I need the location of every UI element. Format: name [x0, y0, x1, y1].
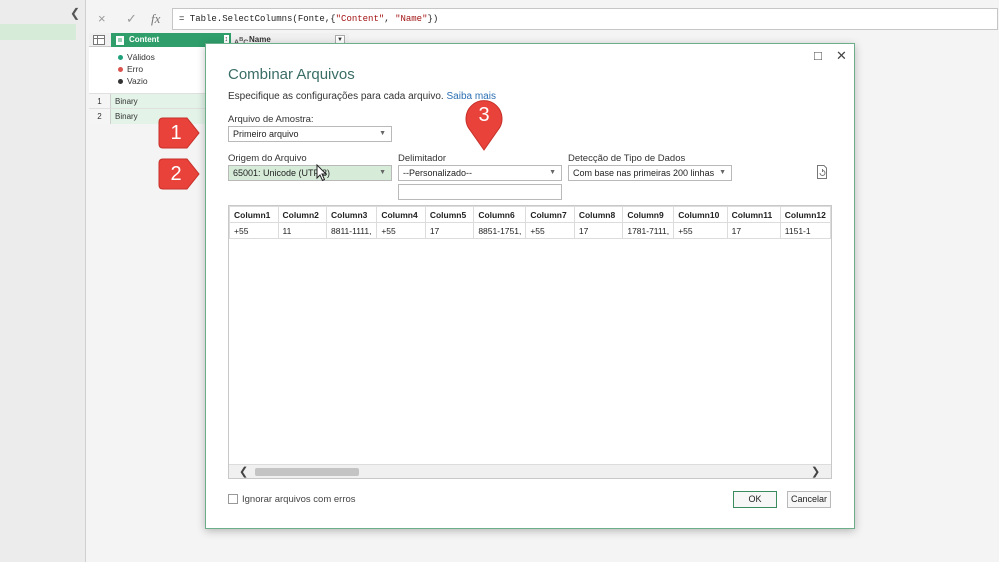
chevron-down-icon: ▼: [379, 169, 386, 176]
preview-cell: 8811-1111,: [325, 222, 378, 239]
preview-cell: +55: [229, 222, 279, 239]
preview-col-header: Column3: [325, 206, 378, 223]
step-marker-3: 3: [462, 96, 506, 152]
chevron-left-icon[interactable]: ❮: [70, 6, 80, 20]
chevron-down-icon: ▼: [379, 130, 386, 137]
preview-col-header: Column2: [277, 206, 327, 223]
preview-cell: +55: [376, 222, 426, 239]
preview-col-header: Column12: [779, 206, 831, 223]
maximize-icon[interactable]: □: [814, 48, 822, 63]
quality-label: Vazio: [127, 76, 148, 86]
preview-cell: 17: [424, 222, 475, 239]
formula-bar: × ✓ fx = Table.SelectColumns(Fonte,{"Con…: [88, 8, 998, 30]
error-dot-icon: [118, 67, 123, 72]
preview-cell: +55: [525, 222, 575, 239]
file-origin-select[interactable]: 65001: Unicode (UTF-8) ▼: [228, 165, 392, 181]
chevron-down-icon: ▼: [719, 169, 726, 176]
preview-cell: 17: [573, 222, 624, 239]
refresh-preview-icon[interactable]: [816, 165, 828, 182]
preview-col-header: Column6: [473, 206, 527, 223]
queries-pane: ❮: [0, 0, 86, 562]
preview-cell: 1781-7111,: [622, 222, 675, 239]
table-menu-icon[interactable]: [93, 35, 107, 45]
marker-label: 1: [170, 122, 182, 144]
binary-column-icon: [116, 36, 124, 45]
preview-table: Column1 Column2 Column3 Column4 Column5 …: [229, 206, 831, 239]
preview-col-header: Column4: [376, 206, 426, 223]
scrollbar-thumb[interactable]: [255, 468, 359, 476]
empty-dot-icon: [118, 79, 123, 84]
preview-cell: 17: [726, 222, 781, 239]
preview-col-header: Column1: [229, 206, 279, 223]
preview-col-header: Column5: [424, 206, 475, 223]
formula-input[interactable]: = Table.SelectColumns(Fonte,{"Content", …: [172, 8, 998, 30]
preview-col-header: Column10: [673, 206, 728, 223]
selected-query[interactable]: [0, 24, 76, 40]
ignore-errors-checkbox[interactable]: [228, 494, 238, 504]
valid-dot-icon: [118, 55, 123, 60]
quality-label: Válidos: [127, 52, 155, 62]
preview-cell: 8851-1751,: [473, 222, 527, 239]
type-detection-label: Detecção de Tipo de Dados: [568, 153, 686, 164]
formula-string-name: "Name": [395, 14, 428, 24]
preview-header-row: Column1 Column2 Column3 Column4 Column5 …: [229, 206, 831, 223]
cancel-button[interactable]: Cancelar: [787, 491, 831, 508]
custom-delimiter-input[interactable]: [398, 184, 562, 200]
marker-label: 3: [478, 104, 490, 126]
scroll-right-icon[interactable]: ❯: [811, 465, 820, 478]
confirm-formula-icon[interactable]: ✓: [126, 11, 137, 27]
ignore-errors-label: Ignorar arquivos com erros: [242, 494, 356, 505]
formula-string-content: "Content": [335, 14, 385, 24]
dialog-description: Especifique as configurações para cada a…: [228, 91, 496, 102]
description-text: Especifique as configurações para cada a…: [228, 91, 444, 102]
type-detection-value: Com base nas primeiras 200 linhas: [573, 168, 715, 178]
delimiter-select[interactable]: --Personalizado-- ▼: [398, 165, 562, 181]
delimiter-label: Delimitador: [398, 153, 447, 164]
step-marker-2: 2: [157, 157, 201, 191]
type-detection-select[interactable]: Com base nas primeiras 200 linhas ▼: [568, 165, 732, 181]
file-origin-label: Origem do Arquivo: [228, 153, 307, 164]
delimiter-value: --Personalizado--: [403, 168, 473, 178]
preview-cell: 1151-1: [779, 222, 831, 239]
cancel-formula-icon[interactable]: ×: [98, 11, 106, 26]
preview-col-header: Column11: [726, 206, 781, 223]
preview-col-header: Column9: [622, 206, 675, 223]
column-label-content: Content: [129, 35, 160, 44]
ok-button[interactable]: OK: [733, 491, 777, 508]
ignore-errors-option[interactable]: Ignorar arquivos com erros: [228, 494, 356, 505]
formula-text-prefix: = Table.SelectColumns(Fonte,{: [179, 14, 336, 24]
chevron-down-icon: ▼: [549, 169, 556, 176]
preview-col-header: Column8: [573, 206, 624, 223]
fx-icon[interactable]: fx: [151, 11, 160, 27]
mouse-cursor-icon: [316, 164, 328, 182]
preview-cell: 11: [277, 222, 327, 239]
close-icon[interactable]: ✕: [836, 48, 847, 64]
preview-col-header: Column7: [525, 206, 575, 223]
sample-file-select[interactable]: Primeiro arquivo ▼: [228, 126, 392, 142]
marker-label: 2: [170, 163, 182, 185]
formula-text-suffix: }): [427, 14, 439, 24]
formula-separator: ,: [384, 14, 396, 24]
sample-file-label: Arquivo de Amostra:: [228, 114, 314, 125]
data-preview: Column1 Column2 Column3 Column4 Column5 …: [228, 205, 832, 479]
sample-file-value: Primeiro arquivo: [233, 129, 299, 139]
row-number: 2: [89, 109, 111, 124]
preview-cell: +55: [673, 222, 728, 239]
dialog-title: Combinar Arquivos: [228, 66, 355, 83]
combine-files-dialog: □ ✕ Combinar Arquivos Especifique as con…: [205, 43, 855, 529]
horizontal-scrollbar[interactable]: ❮ ❯: [229, 464, 831, 478]
quality-label: Erro: [127, 64, 144, 74]
preview-data-row: +55 11 8811-1111, +55 17 8851-1751, +55 …: [229, 222, 831, 239]
scroll-left-icon[interactable]: ❮: [239, 465, 248, 478]
step-marker-1: 1: [157, 116, 201, 150]
row-number: 1: [89, 94, 111, 109]
